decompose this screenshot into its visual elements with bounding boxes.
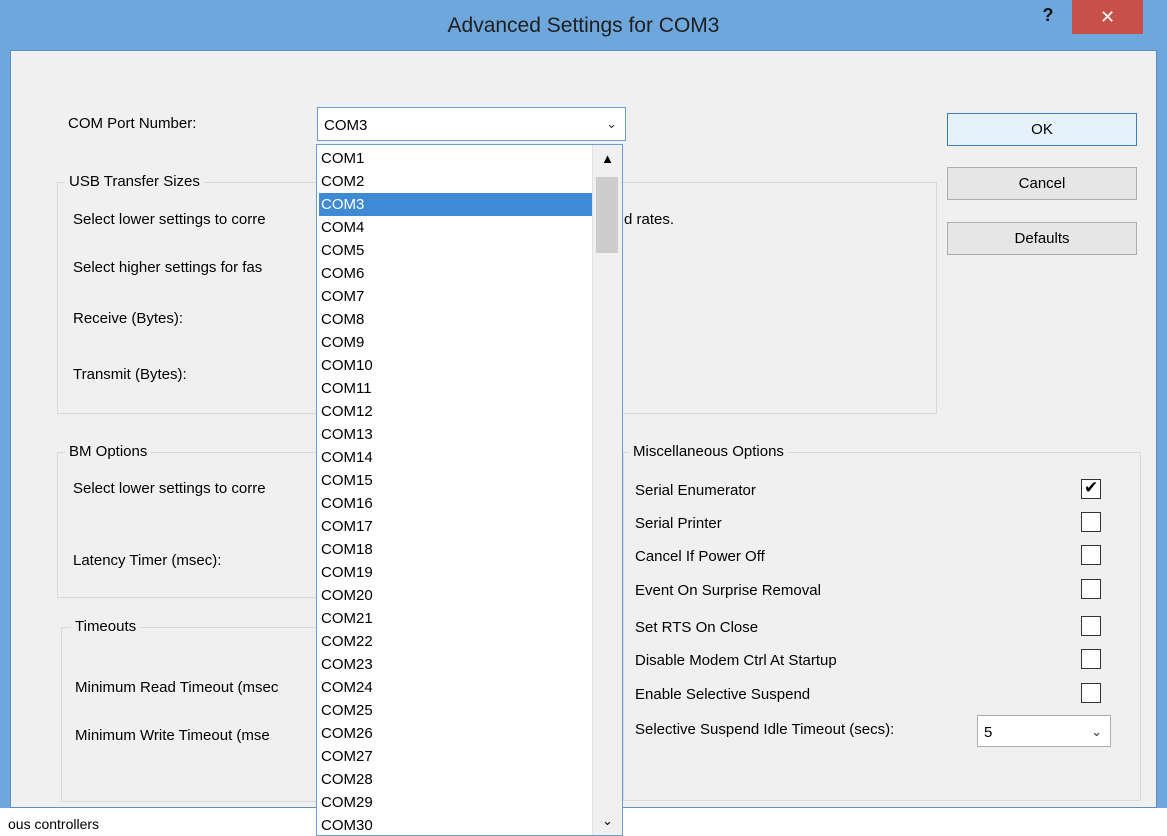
misc-option-label: Serial Enumerator — [635, 482, 756, 499]
close-button[interactable]: ✕ — [1072, 0, 1143, 34]
dropdown-option[interactable]: COM6 — [319, 262, 593, 285]
chevron-down-icon: ⌄ — [1091, 724, 1102, 739]
dropdown-option[interactable]: COM26 — [319, 722, 593, 745]
misc-option-label: Enable Selective Suspend — [635, 686, 811, 703]
event-on-surprise-removal-checkbox[interactable] — [1081, 579, 1101, 599]
dropdown-option[interactable]: COM8 — [319, 308, 593, 331]
dropdown-option[interactable]: COM20 — [319, 584, 593, 607]
bm-options-title: BM Options — [65, 443, 152, 460]
timeouts-group — [61, 627, 317, 802]
dropdown-option[interactable]: COM30 — [319, 814, 593, 835]
com-port-dropdown-list[interactable]: COM1 COM2 COM3 COM4 COM5 COM6 COM7 COM8 COM9 COM1… — [316, 144, 623, 836]
serial-enumerator-checkbox[interactable]: ✔ — [1081, 478, 1101, 499]
dropdown-option[interactable]: COM2 — [319, 170, 593, 193]
dropdown-option[interactable]: COM12 — [319, 400, 593, 423]
serial-printer-checkbox[interactable] — [1081, 512, 1101, 532]
dropdown-option[interactable]: COM29 — [319, 791, 593, 814]
timeouts-title: Timeouts — [71, 618, 141, 635]
bm-desc: Select lower settings to corre — [73, 480, 266, 497]
dropdown-option[interactable]: COM22 — [319, 630, 593, 653]
dropdown-option[interactable]: COM17 — [319, 515, 593, 538]
set-rts-on-close-checkbox[interactable] — [1081, 616, 1101, 636]
dropdown-option[interactable]: COM16 — [319, 492, 593, 515]
suspend-timeout-label: Selective Suspend Idle Timeout (secs): — [635, 721, 895, 738]
dropdown-option[interactable]: COM5 — [319, 239, 593, 262]
dropdown-option[interactable]: COM21 — [319, 607, 593, 630]
misc-option-label: Cancel If Power Off — [635, 548, 765, 565]
misc-option-label: Set RTS On Close — [635, 619, 759, 636]
defaults-button[interactable]: Defaults — [947, 222, 1137, 255]
com-port-select[interactable]: COM3 ⌄ — [317, 107, 626, 141]
dropdown-option[interactable]: COM15 — [319, 469, 593, 492]
dropdown-option[interactable]: COM1 — [319, 147, 593, 170]
dropdown-option[interactable]: COM25 — [319, 699, 593, 722]
title-bar: Advanced Settings for COM3 ? ✕ — [0, 0, 1167, 50]
dropdown-option[interactable]: COM9 — [319, 331, 593, 354]
disable-modem-ctrl-checkbox[interactable] — [1081, 649, 1101, 669]
chevron-down-icon: ⌄ — [606, 116, 617, 131]
dropdown-option[interactable]: COM13 — [319, 423, 593, 446]
com-port-value: COM3 — [324, 117, 368, 134]
ok-button[interactable]: OK — [947, 113, 1137, 146]
close-icon: ✕ — [1099, 7, 1116, 27]
dropdown-option[interactable]: COM14 — [319, 446, 593, 469]
cancel-button[interactable]: Cancel — [947, 167, 1137, 200]
dropdown-option[interactable]: COM3 — [319, 193, 593, 216]
check-icon: ✔ — [1084, 478, 1099, 497]
dropdown-option[interactable]: COM4 — [319, 216, 593, 239]
dropdown-option[interactable]: COM19 — [319, 561, 593, 584]
misc-option-label: Disable Modem Ctrl At Startup — [635, 652, 837, 669]
usb-desc-high: Select higher settings for fas — [73, 259, 263, 276]
dropdown-option[interactable]: COM18 — [319, 538, 593, 561]
usb-desc-low: Select lower settings to corre — [73, 211, 266, 228]
cancel-if-power-off-checkbox[interactable] — [1081, 545, 1101, 565]
dropdown-option[interactable]: COM28 — [319, 768, 593, 791]
background-window-text: ous controllers — [8, 816, 100, 832]
transmit-label: Transmit (Bytes): — [73, 366, 187, 383]
usb-desc-low-tail: d rates. — [624, 211, 675, 228]
suspend-timeout-select[interactable]: 5 ⌄ — [977, 715, 1111, 747]
misc-option-label: Serial Printer — [635, 515, 722, 532]
dropdown-scrollbar[interactable]: ▲ ⌄ — [592, 145, 622, 835]
help-button[interactable]: ? — [1028, 0, 1068, 34]
dropdown-option[interactable]: COM10 — [319, 354, 593, 377]
scroll-up-icon[interactable]: ▲ — [593, 145, 622, 173]
scroll-thumb[interactable] — [596, 177, 618, 253]
com-port-label: COM Port Number: — [68, 115, 197, 132]
dropdown-option[interactable]: COM7 — [319, 285, 593, 308]
dropdown-option[interactable]: COM23 — [319, 653, 593, 676]
suspend-timeout-value: 5 — [984, 724, 993, 741]
scroll-down-icon[interactable]: ⌄ — [593, 807, 622, 835]
dropdown-option[interactable]: COM27 — [319, 745, 593, 768]
receive-label: Receive (Bytes): — [73, 310, 184, 327]
misc-option-label: Event On Surprise Removal — [635, 582, 821, 599]
usb-transfer-title: USB Transfer Sizes — [65, 173, 204, 190]
dropdown-option[interactable]: COM24 — [319, 676, 593, 699]
min-write-timeout-label: Minimum Write Timeout (mse — [75, 727, 270, 744]
window-title: Advanced Settings for COM3 — [447, 14, 720, 37]
latency-label: Latency Timer (msec): — [73, 552, 222, 569]
bm-options-group — [57, 452, 317, 598]
dropdown-option[interactable]: COM11 — [319, 377, 593, 400]
min-read-timeout-label: Minimum Read Timeout (msec — [75, 679, 279, 696]
enable-selective-suspend-checkbox[interactable] — [1081, 683, 1101, 703]
misc-options-title: Miscellaneous Options — [629, 443, 788, 460]
